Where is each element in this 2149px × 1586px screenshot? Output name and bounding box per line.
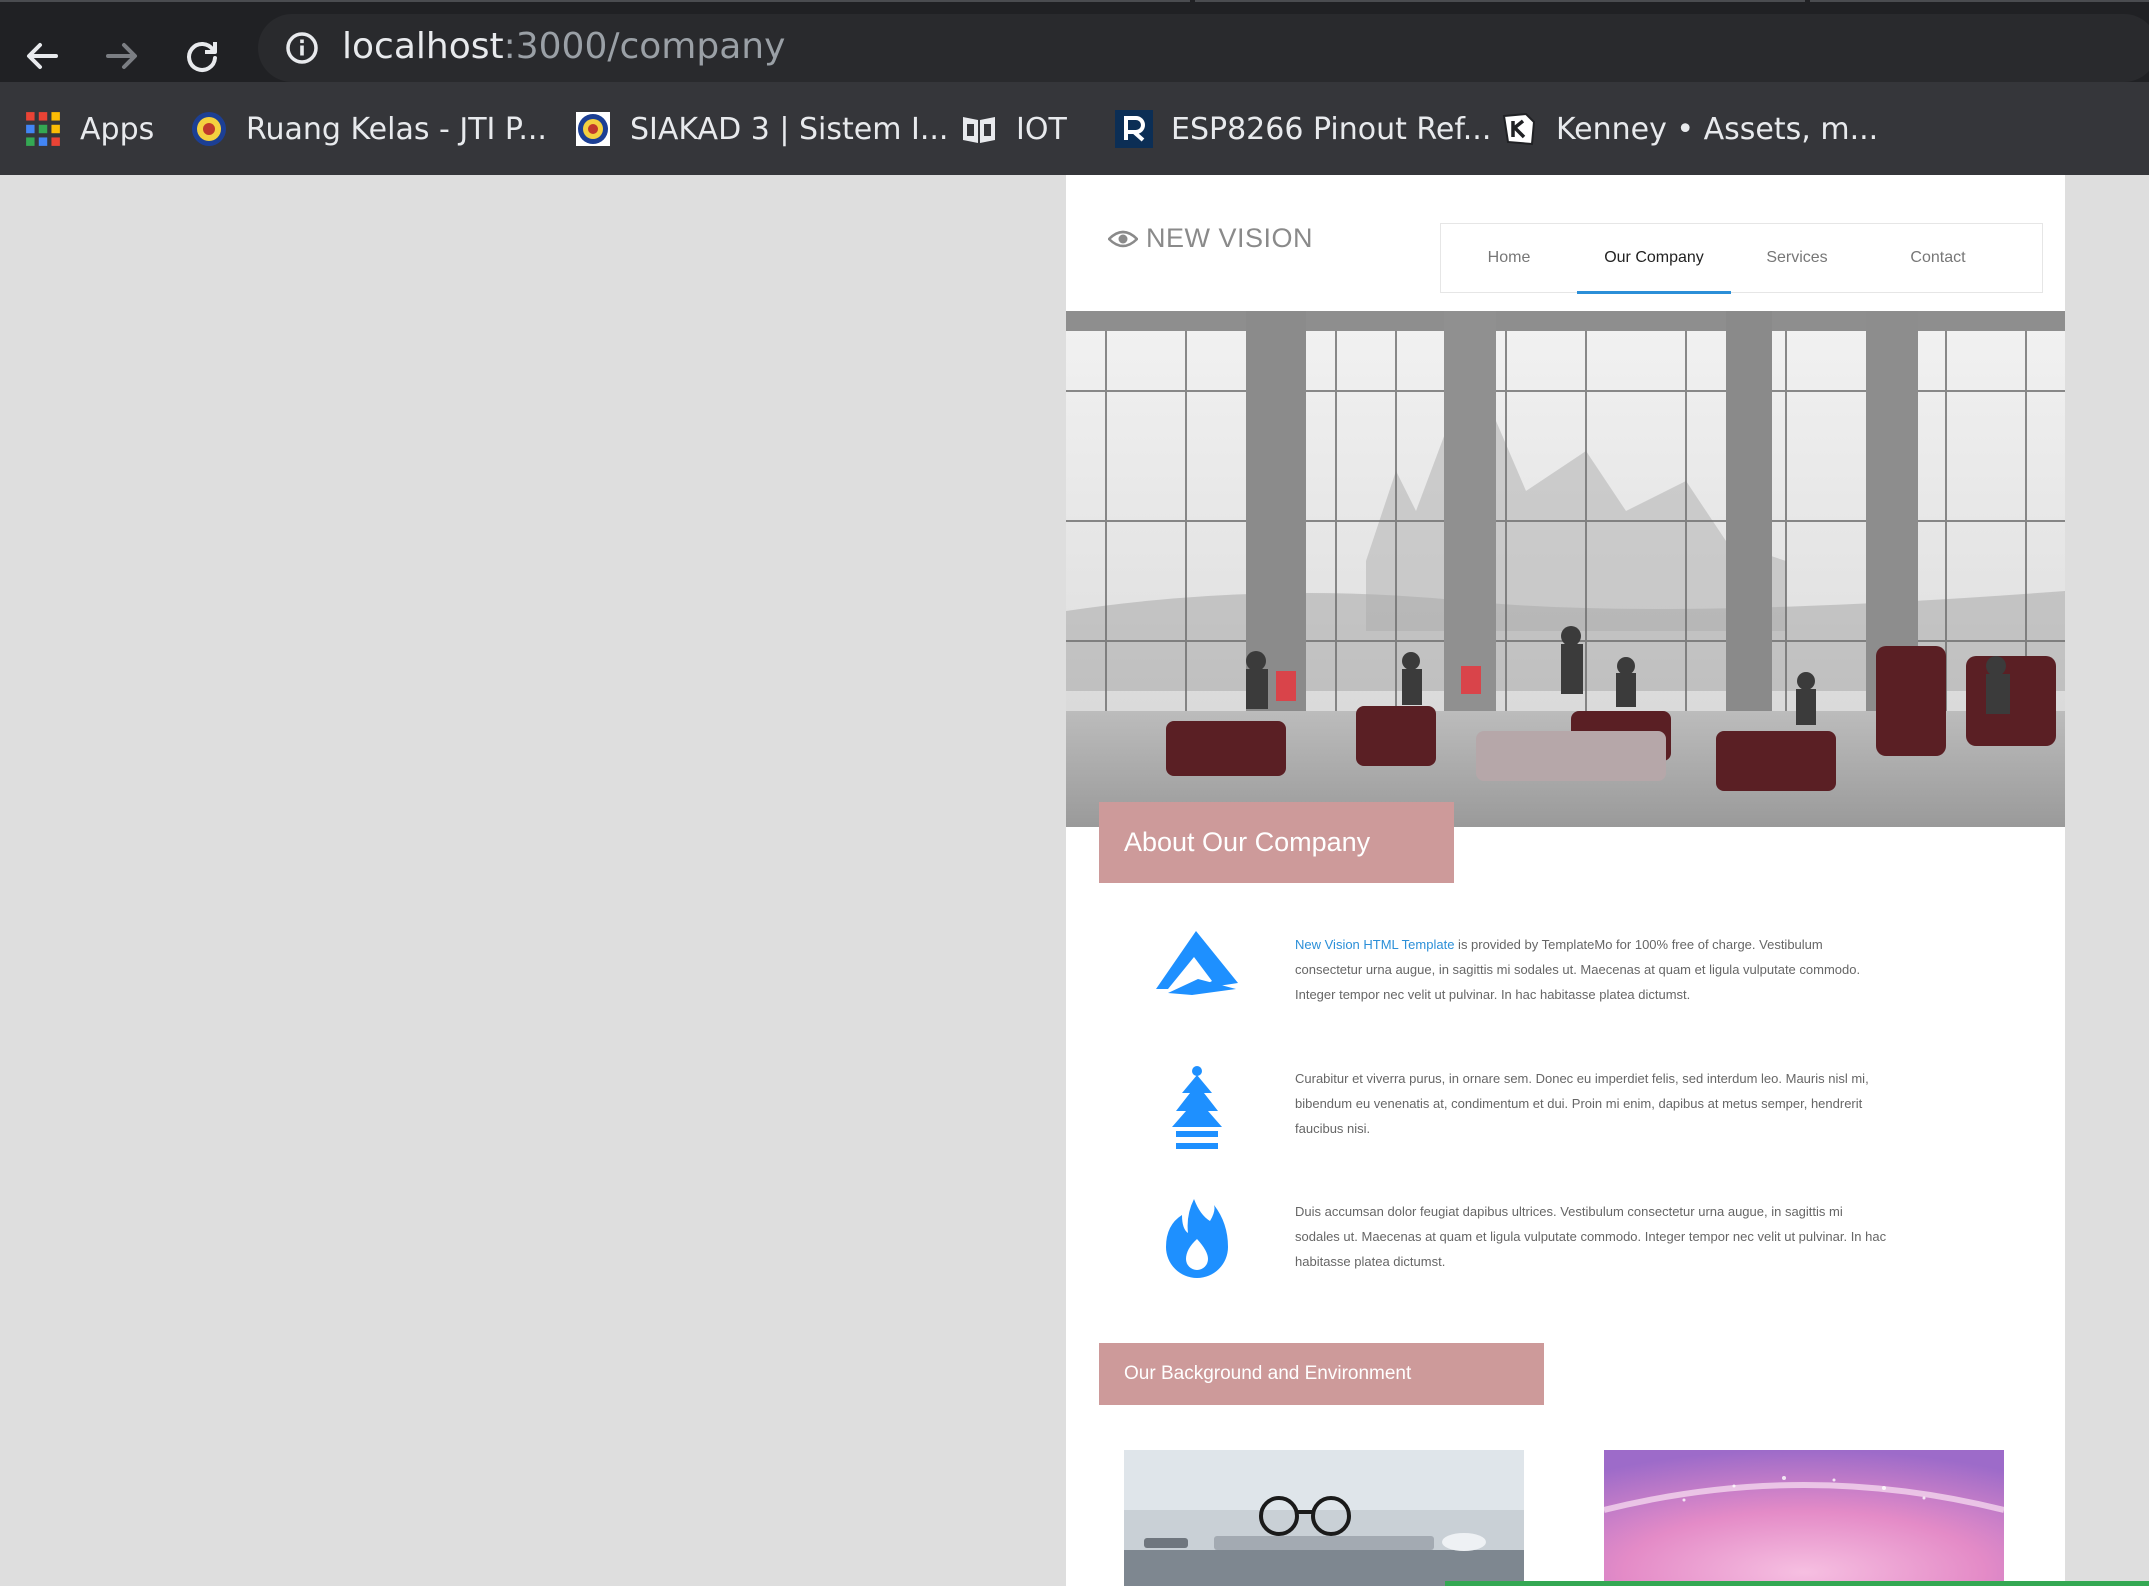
reload-button[interactable] [174,28,230,84]
url-path: :3000/company [503,26,786,67]
tab-indicator [1195,0,1805,2]
site-logo[interactable]: NEW VISION [1108,223,1313,254]
bookmark-label: ESP8266 Pinout Ref... [1171,111,1492,147]
bookmark-siakad[interactable]: SIAKAD 3 | Sistem I... [574,106,948,152]
book-icon [963,117,995,143]
feature-text: Curabitur et viverra purus, in ornare se… [1295,1071,1869,1136]
polinema-logo-icon [576,112,610,146]
bookmark-label: SIAKAD 3 | Sistem I... [630,111,949,147]
bookmark-kenney[interactable]: Kenney • Assets, m... [1500,106,1878,152]
desk-glasses-image [1124,1450,1524,1586]
bookmark-ruang-kelas[interactable]: Ruang Kelas - JTI P... [190,106,547,152]
url-host: localhost [342,26,504,67]
bookmark-apps[interactable]: Apps [24,106,154,152]
reload-icon [187,42,217,72]
nav-home[interactable]: Home [1465,224,1553,292]
logo-text: NEW VISION [1146,223,1314,253]
polinema-logo-icon [192,112,226,146]
r-logo-icon [1115,110,1153,148]
bookmark-label: Ruang Kelas - JTI P... [246,111,547,147]
bookmark-label: Apps [80,111,155,147]
page-load-progress [1445,1581,2149,1586]
paper-plane-icon [1156,931,1238,995]
feature-text: New Vision HTML Template is provided by … [1295,932,1891,1007]
nav-contact[interactable]: Contact [1873,224,2003,292]
bookmark-iot[interactable]: IOT [960,106,1067,152]
address-bar[interactable]: localhost:3000/company [258,14,2149,82]
arrow-left-icon [27,43,58,69]
feature-text: Duis accumsan dolor feugiat dapibus ultr… [1295,1204,1887,1269]
page-container: NEW VISION Home Our Company Services Con… [1066,175,2065,1586]
url-text[interactable]: localhost:3000/company [342,26,785,67]
bookmark-esp8266[interactable]: ESP8266 Pinout Ref... [1115,106,1491,152]
tab-indicator [1810,0,2149,2]
apps-grid-icon [26,112,60,146]
bookmark-label: IOT [1016,111,1067,147]
info-icon[interactable] [284,30,320,66]
browser-chrome: localhost:3000/company Apps Ruang Kelas … [0,0,2149,175]
forward-button[interactable] [94,28,150,84]
nav-services[interactable]: Services [1747,224,1847,292]
eye-icon [1108,230,1138,247]
tab-indicator [0,0,1190,2]
template-link[interactable]: New Vision HTML Template [1295,937,1454,952]
background-section-title: Our Background and Environment [1099,1343,1544,1405]
arrow-right-icon [106,43,137,69]
bookmarks-bar: Apps Ruang Kelas - JTI P... SIAKAD 3 | S… [0,96,2149,162]
kenney-logo-icon [1502,112,1536,146]
flame-icon [1166,1199,1228,1279]
main-nav: Home Our Company Services Contact [1440,223,2043,294]
tab-strip [0,0,2149,14]
browser-toolbar: localhost:3000/company [0,14,2149,82]
back-button[interactable] [14,28,70,84]
tree-icon [1172,1066,1222,1149]
nav-our-company[interactable]: Our Company [1577,224,1731,294]
bookmark-label: Kenney • Assets, m... [1556,111,1879,147]
hero-image [1066,311,2065,827]
about-section-title: About Our Company [1099,802,1454,883]
pink-sparkle-image [1604,1450,2004,1586]
